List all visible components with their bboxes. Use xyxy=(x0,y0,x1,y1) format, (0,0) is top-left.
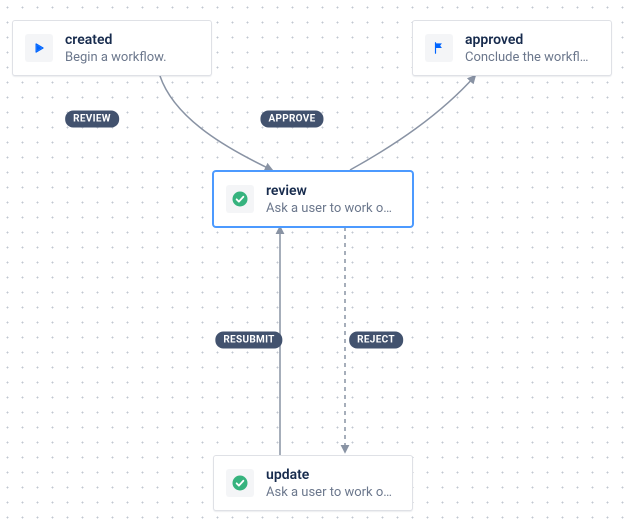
edges-layer xyxy=(0,0,634,521)
node-desc: Ask a user to work o… xyxy=(266,200,400,217)
node-title: review xyxy=(266,182,400,200)
check-circle-icon xyxy=(226,185,254,213)
play-icon xyxy=(25,34,53,62)
node-title: created xyxy=(65,31,199,49)
node-approved[interactable]: approved Conclude the workfl… xyxy=(412,20,612,76)
flag-icon xyxy=(425,34,453,62)
edge-label-approve[interactable]: APPROVE xyxy=(260,111,323,128)
node-update[interactable]: update Ask a user to work o… xyxy=(213,455,413,511)
node-review[interactable]: review Ask a user to work o… xyxy=(213,171,413,227)
node-title: approved xyxy=(465,31,599,49)
edge-label-resubmit[interactable]: RESUBMIT xyxy=(215,332,282,349)
node-desc: Conclude the workfl… xyxy=(465,49,599,66)
edge-label-review[interactable]: REVIEW xyxy=(65,111,119,128)
edge-label-reject[interactable]: REJECT xyxy=(349,332,403,349)
node-desc: Ask a user to work o… xyxy=(266,484,400,501)
check-circle-icon xyxy=(226,469,254,497)
node-desc: Begin a workflow. xyxy=(65,49,199,66)
node-created[interactable]: created Begin a workflow. xyxy=(12,20,212,76)
workflow-canvas[interactable]: REVIEW APPROVE RESUBMIT REJECT created B… xyxy=(0,0,634,521)
node-title: update xyxy=(266,466,400,484)
edge-review-to-approved xyxy=(350,76,475,170)
edge-created-to-review xyxy=(160,76,272,170)
